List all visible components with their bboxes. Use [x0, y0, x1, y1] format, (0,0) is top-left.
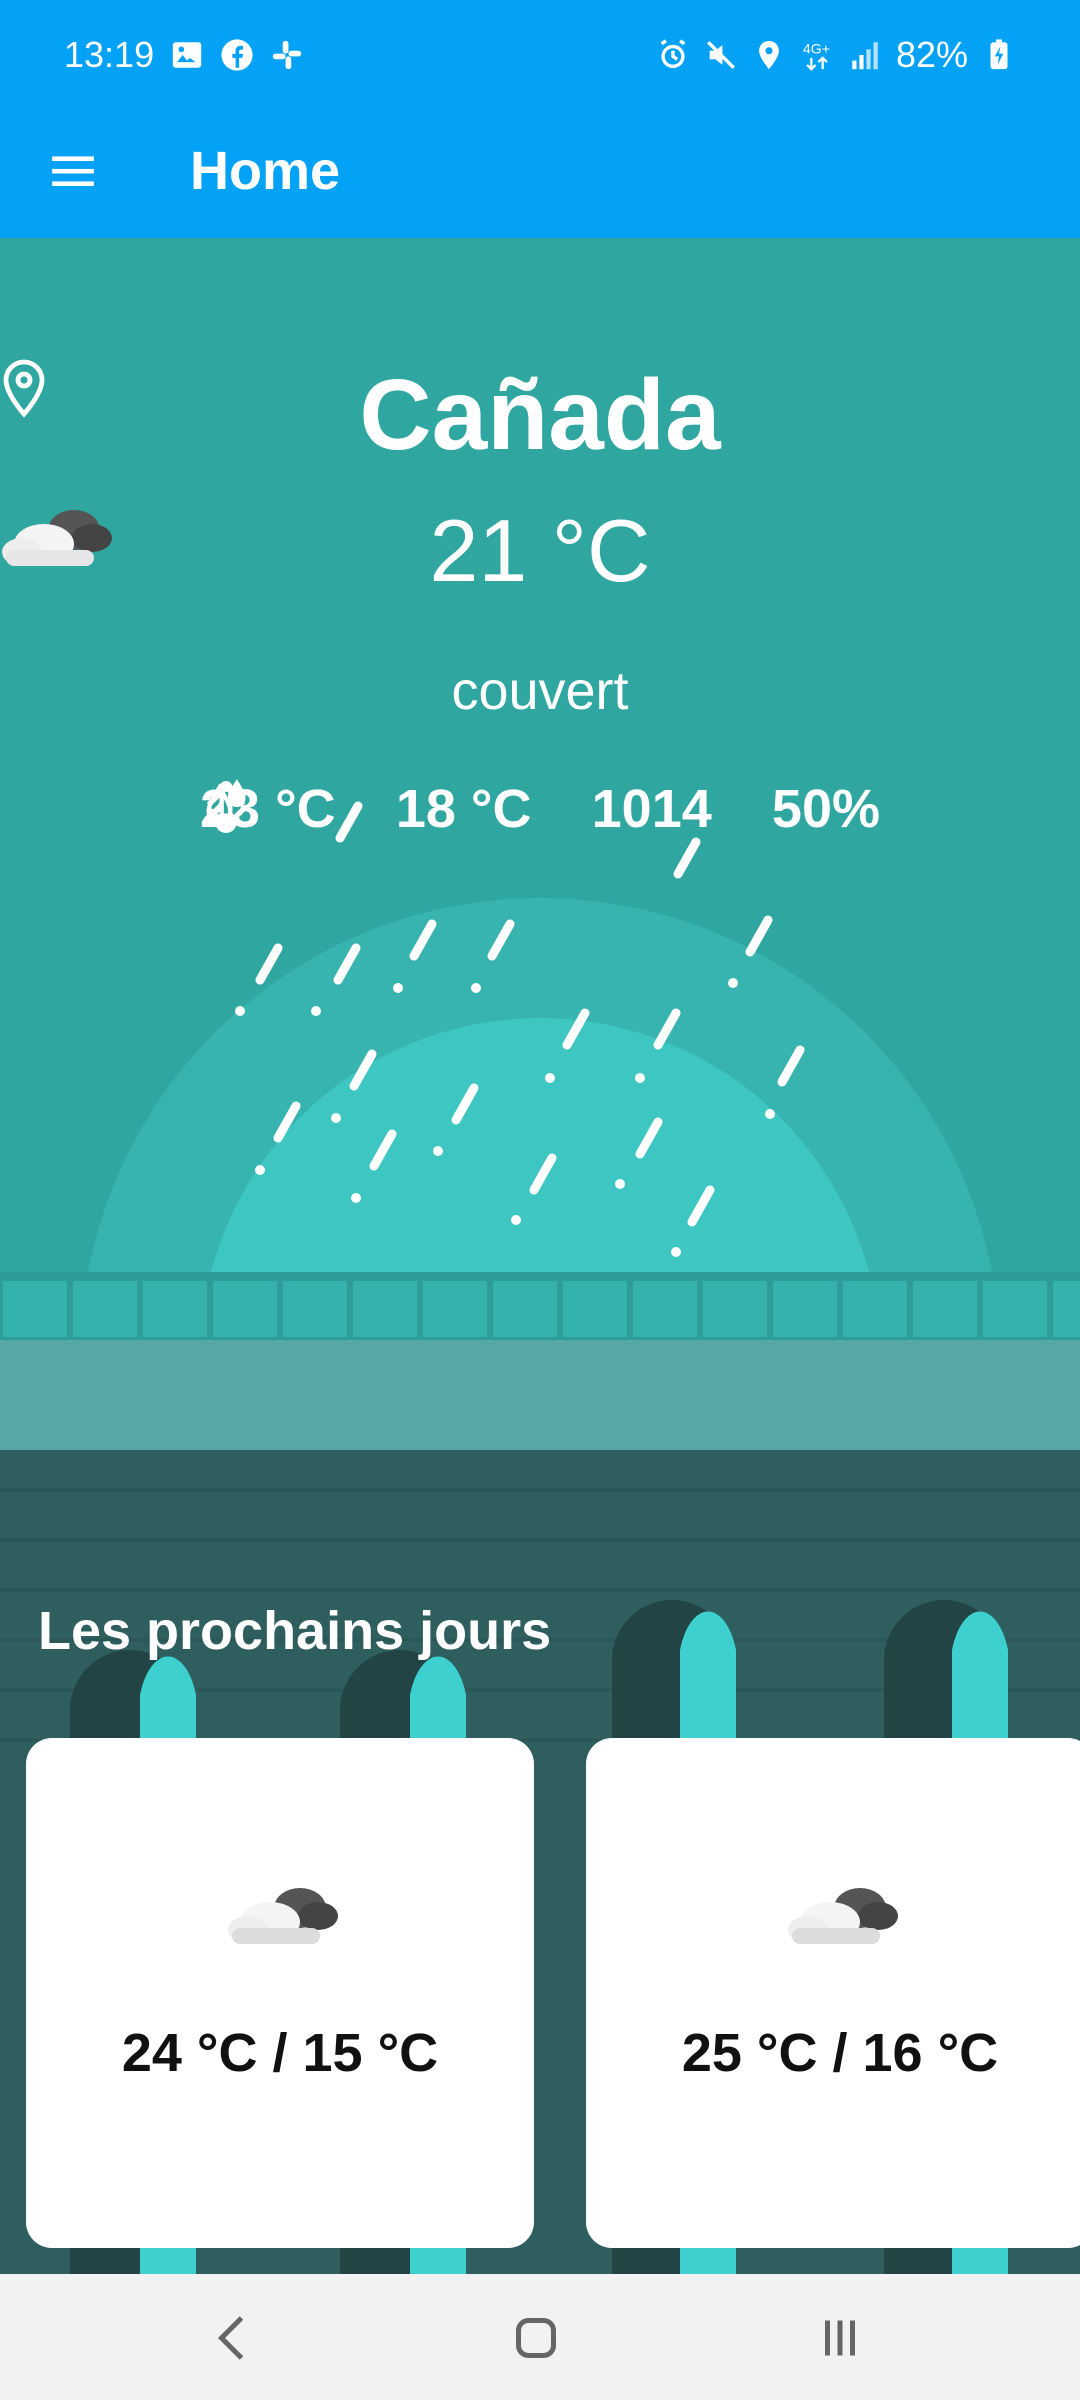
weather-scene: Cañada 21 °C couvert 23 °C 18 °C 1014 50… — [0, 238, 1080, 1450]
forecast-temp-range: 24 °C / 15 °C — [121, 2023, 439, 2083]
humidity-icon — [206, 779, 246, 825]
weather-condition: couvert — [451, 661, 629, 721]
status-right: 4G+ 82% — [656, 34, 1016, 76]
top-bar: 13:19 4G+ 82% Home — [0, 0, 1080, 238]
battery-percent: 82% — [895, 34, 968, 75]
forecast-title: Les prochains jours — [38, 1601, 552, 1661]
app-bar: Home — [0, 110, 1080, 238]
stat-min: 18 °C — [206, 778, 532, 840]
home-button[interactable] — [506, 2308, 566, 2368]
facebook-icon — [221, 39, 253, 71]
stat-value: 18 °C — [395, 779, 532, 839]
current-temp-row: 21 °C — [0, 500, 1080, 602]
back-button[interactable] — [204, 2308, 264, 2368]
location-icon — [759, 40, 779, 70]
stat-pressure: 1014 — [215, 778, 712, 840]
alarm-icon — [660, 39, 686, 69]
menu-icon[interactable] — [48, 146, 98, 196]
location-pin-icon — [3, 359, 45, 418]
city-row: Cañada — [0, 358, 1080, 473]
stat-value: 1014 — [591, 779, 712, 839]
status-time: 13:19 — [64, 34, 155, 75]
forecast-card[interactable]: 24 °C / 15 °C — [26, 1738, 534, 2248]
cloud-icon — [2, 510, 112, 566]
battery-charging-icon — [990, 39, 1008, 70]
cloud-icon — [788, 1888, 898, 1944]
gallery-icon — [172, 42, 202, 68]
cloud-icon — [228, 1888, 338, 1944]
slack-icon — [272, 40, 302, 70]
forecast-temp-range: 25 °C / 16 °C — [681, 2023, 999, 2083]
weather-stats: 23 °C 18 °C 1014 50% — [200, 778, 880, 840]
4g-icon: 4G+ — [803, 42, 830, 71]
mute-icon — [706, 41, 735, 69]
forecast-cards: 24 °C / 15 °C 25 °C / 16 °C — [26, 1738, 1080, 2248]
current-temperature: 21 °C — [429, 501, 651, 600]
stat-value: 50% — [771, 779, 880, 839]
recents-button[interactable] — [810, 2308, 870, 2368]
navigation-bar — [0, 2274, 1080, 2400]
forecast-card[interactable]: 25 °C / 16 °C — [586, 1738, 1080, 2248]
stat-humidity: 50% — [206, 778, 880, 840]
svg-text:4G+: 4G+ — [803, 42, 830, 58]
status-bar: 13:19 4G+ 82% — [0, 0, 1080, 110]
city-name: Cañada — [359, 359, 721, 471]
status-left: 13:19 — [64, 34, 304, 76]
signal-icon — [852, 42, 878, 70]
page-title: Home — [190, 141, 341, 201]
